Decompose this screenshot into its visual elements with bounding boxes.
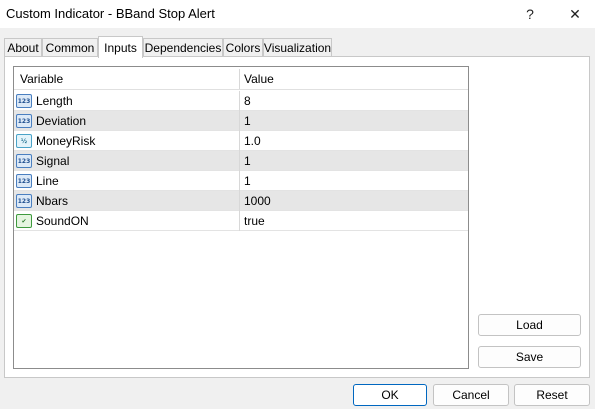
variable-value[interactable]: true	[244, 214, 265, 228]
tab-visualization[interactable]: Visualization	[263, 38, 332, 57]
save-button[interactable]: Save	[478, 346, 581, 368]
table-row[interactable]: 123 Deviation 1	[14, 111, 468, 131]
tab-colors[interactable]: Colors	[223, 38, 263, 57]
cell-divider	[239, 211, 240, 231]
int-type-icon: 123	[16, 114, 32, 128]
close-icon: ✕	[569, 5, 581, 22]
variable-name: Signal	[36, 154, 70, 168]
column-divider[interactable]	[239, 69, 240, 89]
variable-value[interactable]: 1	[244, 174, 251, 188]
cell-divider	[239, 151, 240, 171]
int-type-icon: 123	[16, 94, 32, 108]
cell-divider	[239, 131, 240, 151]
variable-name: Deviation	[36, 114, 87, 128]
int-type-icon: 123	[16, 194, 32, 208]
variable-name: Line	[36, 174, 59, 188]
cell-divider	[239, 171, 240, 191]
column-header-value[interactable]: Value	[244, 72, 274, 86]
table-row[interactable]: 123 Signal 1	[14, 151, 468, 171]
bool-type-icon: ✔	[16, 214, 32, 228]
variable-value[interactable]: 8	[244, 94, 251, 108]
variable-name: SoundON	[36, 214, 89, 228]
cell-divider	[239, 191, 240, 211]
variable-name: Length	[36, 94, 73, 108]
tab-dependencies[interactable]: Dependencies	[143, 38, 223, 57]
close-button[interactable]: ✕	[555, 0, 595, 28]
cell-divider	[239, 91, 240, 111]
variable-name: Nbars	[36, 194, 69, 208]
tab-strip: About Common Inputs Dependencies Colors …	[4, 36, 590, 58]
variable-value[interactable]: 1	[244, 114, 251, 128]
window-title: Custom Indicator - BBand Stop Alert	[6, 6, 215, 21]
table-row[interactable]: 123 Line 1	[14, 171, 468, 191]
variable-value[interactable]: 1000	[244, 194, 271, 208]
int-type-icon: 123	[16, 174, 32, 188]
tab-about[interactable]: About	[4, 38, 42, 57]
help-button[interactable]: ?	[510, 0, 550, 28]
table-row[interactable]: ½ MoneyRisk 1.0	[14, 131, 468, 151]
variable-name: MoneyRisk	[36, 134, 96, 148]
double-type-icon: ½	[16, 134, 32, 148]
variable-value[interactable]: 1	[244, 154, 251, 168]
inputs-grid[interactable]: Variable Value 123 Length 8 123 Deviatio…	[13, 66, 469, 369]
reset-button[interactable]: Reset	[514, 384, 590, 406]
table-row[interactable]: 123 Nbars 1000	[14, 191, 468, 211]
ok-button[interactable]: OK	[353, 384, 427, 406]
help-icon: ?	[526, 6, 534, 22]
column-header-variable[interactable]: Variable	[20, 72, 63, 86]
variable-value[interactable]: 1.0	[244, 134, 261, 148]
cancel-button[interactable]: Cancel	[433, 384, 509, 406]
table-row[interactable]: ✔ SoundON true	[14, 211, 468, 231]
grid-header: Variable Value	[14, 67, 468, 90]
tab-common[interactable]: Common	[42, 38, 98, 57]
tab-inputs[interactable]: Inputs	[98, 36, 143, 58]
title-bar: Custom Indicator - BBand Stop Alert ? ✕	[0, 0, 595, 28]
int-type-icon: 123	[16, 154, 32, 168]
cell-divider	[239, 111, 240, 131]
table-row[interactable]: 123 Length 8	[14, 91, 468, 111]
load-button[interactable]: Load	[478, 314, 581, 336]
